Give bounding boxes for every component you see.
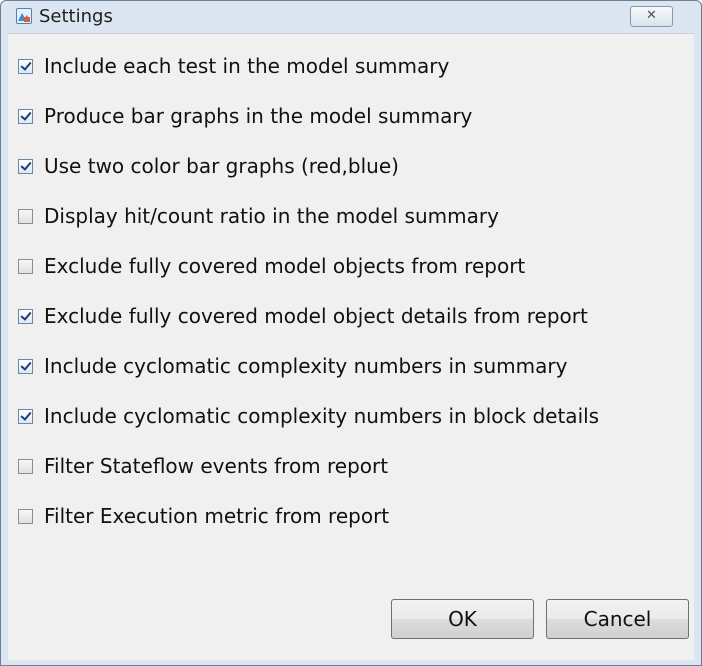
option-label: Produce bar graphs in the model summary bbox=[44, 104, 473, 128]
checkbox-icon[interactable] bbox=[18, 58, 33, 74]
option-two-color-bar-graphs[interactable]: Use two color bar graphs (red,blue) bbox=[18, 146, 399, 186]
cancel-button[interactable]: Cancel bbox=[546, 599, 689, 639]
option-label: Include cyclomatic complexity numbers in… bbox=[44, 354, 568, 378]
checkbox-icon[interactable] bbox=[18, 308, 33, 324]
option-label: Exclude fully covered model object detai… bbox=[44, 304, 588, 328]
close-button[interactable]: ✕ bbox=[630, 6, 673, 27]
checkbox-icon[interactable] bbox=[18, 358, 33, 374]
settings-app-icon bbox=[16, 8, 32, 24]
checkbox-icon[interactable] bbox=[18, 508, 33, 524]
settings-content: Include each test in the model summary P… bbox=[8, 33, 694, 660]
checkbox-icon[interactable] bbox=[18, 408, 33, 424]
option-cyclomatic-block-details[interactable]: Include cyclomatic complexity numbers in… bbox=[18, 396, 599, 436]
option-label: Display hit/count ratio in the model sum… bbox=[44, 204, 499, 228]
checkbox-icon[interactable] bbox=[18, 258, 33, 274]
checkbox-icon[interactable] bbox=[18, 108, 33, 124]
option-cyclomatic-summary[interactable]: Include cyclomatic complexity numbers in… bbox=[18, 346, 567, 386]
settings-dialog: Settings ✕ Include each test in the mode… bbox=[0, 0, 702, 666]
option-label: Filter Execution metric from report bbox=[44, 504, 390, 528]
option-label: Include cyclomatic complexity numbers in… bbox=[44, 404, 600, 428]
option-produce-bar-graphs[interactable]: Produce bar graphs in the model summary bbox=[18, 96, 472, 136]
ok-button[interactable]: OK bbox=[391, 599, 534, 639]
close-icon: ✕ bbox=[646, 8, 657, 23]
window-title: Settings bbox=[39, 6, 113, 27]
checkbox-icon[interactable] bbox=[18, 458, 33, 474]
option-label: Exclude fully covered model objects from… bbox=[44, 254, 526, 278]
option-exclude-covered-object-details[interactable]: Exclude fully covered model object detai… bbox=[18, 296, 588, 336]
option-include-each-test[interactable]: Include each test in the model summary bbox=[18, 46, 449, 86]
option-filter-execution-metric[interactable]: Filter Execution metric from report bbox=[18, 496, 389, 536]
option-label: Filter Stateflow events from report bbox=[44, 454, 389, 478]
option-filter-stateflow-events[interactable]: Filter Stateflow events from report bbox=[18, 446, 388, 486]
option-display-hit-count-ratio[interactable]: Display hit/count ratio in the model sum… bbox=[18, 196, 499, 236]
option-label: Use two color bar graphs (red,blue) bbox=[44, 154, 399, 178]
title-bar: Settings ✕ bbox=[1, 1, 701, 31]
option-label: Include each test in the model summary bbox=[44, 54, 450, 78]
option-exclude-covered-objects[interactable]: Exclude fully covered model objects from… bbox=[18, 246, 525, 286]
checkbox-icon[interactable] bbox=[18, 208, 33, 224]
checkbox-icon[interactable] bbox=[18, 158, 33, 174]
